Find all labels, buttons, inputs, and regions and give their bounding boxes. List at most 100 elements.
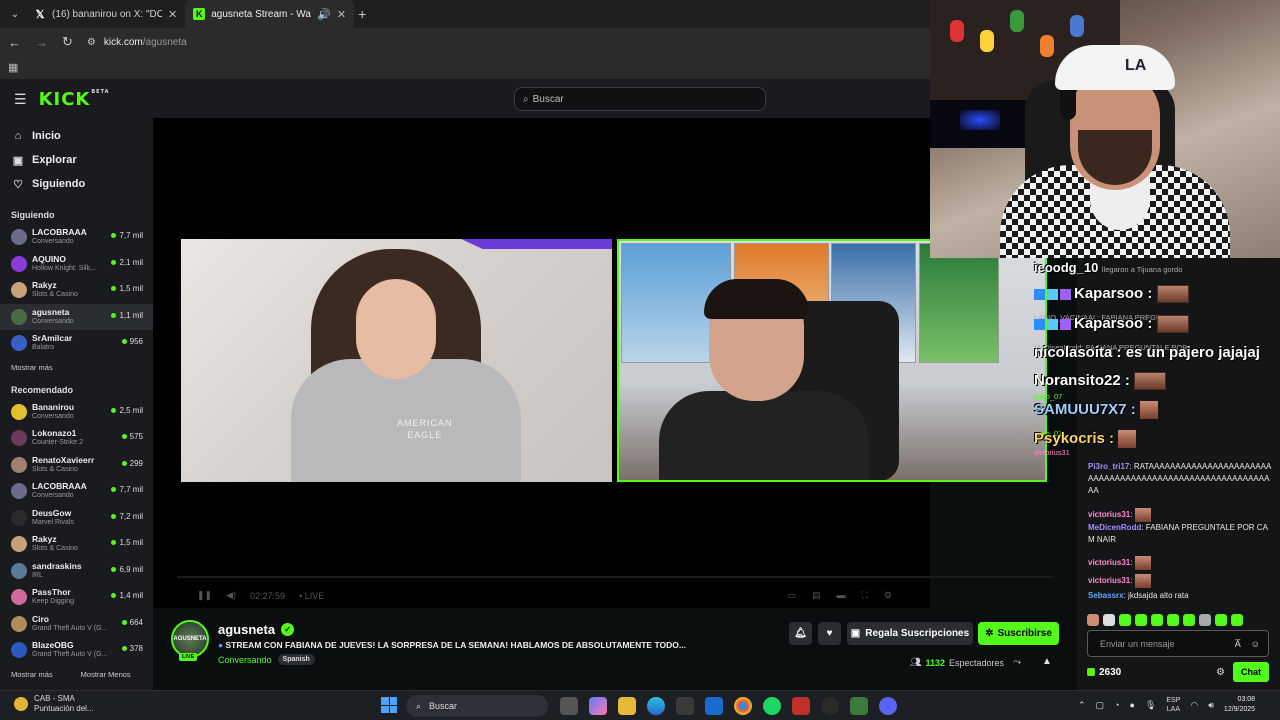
chat-settings-icon[interactable]: ⚙: [1216, 667, 1225, 678]
clip-icon[interactable]: ▤: [812, 590, 821, 601]
chat-input[interactable]: Enviar un mensaje A̅ ☺: [1087, 630, 1269, 657]
emoji-icon[interactable]: ☺: [1251, 639, 1260, 649]
tab-search-button[interactable]: ⌄: [4, 3, 26, 25]
emote-icon[interactable]: [1231, 614, 1243, 626]
show-more-link[interactable]: Mostrar más: [0, 363, 153, 375]
channel-points[interactable]: 2630: [1087, 667, 1121, 678]
input-language[interactable]: ESP LAA: [1166, 696, 1180, 714]
discord-icon[interactable]: [879, 697, 897, 715]
browser-tab-active[interactable]: K agusneta Stream - Watch Li 🔊 ✕: [185, 0, 355, 28]
copilot-icon[interactable]: [589, 697, 607, 715]
show-less-link[interactable]: Mostrar Menos: [81, 670, 131, 679]
emote-icon[interactable]: [1151, 614, 1163, 626]
theater-icon[interactable]: ▬: [837, 590, 846, 601]
sidebar-channel[interactable]: agusneta Conversando 1,1 mil: [0, 303, 153, 330]
chevron-up-icon[interactable]: ⌃: [1078, 700, 1086, 711]
browser-tab[interactable]: 𝕏 (16) bananirou on X: "DOMINGO ✕: [26, 0, 185, 28]
category-link[interactable]: Conversando: [218, 655, 272, 665]
clock[interactable]: 03:08 12/9/2025: [1224, 695, 1255, 715]
sidebar-channel[interactable]: RenatoXavieerr Slots & Casino 299: [0, 452, 153, 479]
sidebar-channel[interactable]: Lokonazo1 Counter-Strike 2 575: [0, 425, 153, 452]
emote-icon[interactable]: [1135, 614, 1147, 626]
emote-icon[interactable]: [1199, 614, 1211, 626]
nav-siguiendo[interactable]: ♡ Siguiendo: [0, 172, 153, 196]
app-icon[interactable]: [792, 697, 810, 715]
back-icon[interactable]: ←: [8, 35, 21, 50]
speaker-icon[interactable]: 🔊: [317, 8, 331, 21]
sidebar-channel[interactable]: sandraskins IRL 6,9 mil: [0, 558, 153, 585]
sidebar-channel[interactable]: BlazeOBG Grand Theft Auto V (G... 378: [0, 637, 153, 664]
sidebar-channel[interactable]: AQUINO Hollow Knight: Silk... 2,1 mil: [0, 251, 153, 278]
nav-inicio[interactable]: ⌂ Inicio: [0, 124, 153, 148]
apps-grid-icon[interactable]: ▦: [8, 61, 18, 74]
progress-bar[interactable]: [177, 576, 1053, 578]
sidebar-channel[interactable]: Bananirou Conversando 2,5 mil: [0, 399, 153, 426]
windows-start-icon[interactable]: [381, 697, 397, 713]
taskbar-search[interactable]: ⌕ Buscar: [406, 695, 548, 717]
task-view-icon[interactable]: [560, 697, 578, 715]
chat-username[interactable]: victorius31: [1088, 576, 1130, 585]
chrome-icon[interactable]: [734, 697, 752, 715]
search-input[interactable]: ⌕ Buscar: [514, 87, 766, 111]
volume-icon[interactable]: 🔊︎: [1208, 700, 1214, 711]
sidebar-channel[interactable]: DeusGow Marvel Rivals 7,2 mil: [0, 505, 153, 532]
chat-send-button[interactable]: Chat: [1233, 662, 1269, 682]
subscribe-button[interactable]: ✲ Suscribirse: [978, 622, 1059, 645]
emote-icon[interactable]: [1215, 614, 1227, 626]
chat-username[interactable]: MeDicenRodd: [1088, 523, 1141, 532]
weather-widget[interactable]: CAB - SMA Puntuación del...: [14, 694, 94, 714]
sidebar-channel[interactable]: Ciro Grand Theft Auto V (G... 664: [0, 611, 153, 638]
notification-button[interactable]: 🔔︎: [789, 622, 812, 645]
volume-icon[interactable]: ◀): [226, 590, 236, 601]
reload-icon[interactable]: ↻: [62, 34, 73, 50]
gift-subs-button[interactable]: ▣ Regala Suscripciones: [847, 622, 973, 645]
emote-icon[interactable]: [1167, 614, 1179, 626]
sidebar-channel[interactable]: Rakyz Slots & Casino 1,5 mil: [0, 277, 153, 304]
close-tab-icon[interactable]: ✕: [168, 8, 177, 21]
sidebar-channel[interactable]: PassThor Keep Digging 1,4 mil: [0, 584, 153, 611]
translate-icon[interactable]: A̅: [1235, 639, 1241, 649]
video-player[interactable]: AMERICAN EAGLE ❚❚ ◀) 02:27:59 • LIVE ▭ ▤…: [153, 118, 1053, 608]
language-tag[interactable]: Spanish: [277, 654, 315, 665]
menu-icon[interactable]: ☰: [14, 91, 27, 108]
emote-icon[interactable]: [1119, 614, 1131, 626]
steam-icon[interactable]: [821, 697, 839, 715]
settings-icon[interactable]: ⚙: [884, 590, 892, 601]
share-icon[interactable]: ⤳: [1013, 657, 1021, 668]
emote-icon[interactable]: [1183, 614, 1195, 626]
store-icon[interactable]: [676, 697, 694, 715]
emote-icon[interactable]: [1103, 614, 1115, 626]
wifi-icon[interactable]: ◠: [1190, 700, 1198, 711]
file-explorer-icon[interactable]: [618, 697, 636, 715]
close-tab-icon[interactable]: ✕: [337, 8, 346, 21]
outlook-icon[interactable]: [705, 697, 723, 715]
tray-app-icon[interactable]: ◔: [1114, 700, 1119, 710]
emote-icon[interactable]: [1087, 614, 1099, 626]
microphone-icon[interactable]: 🎙︎: [1145, 700, 1156, 711]
report-icon[interactable]: ▲: [1042, 656, 1052, 667]
nav-explorar[interactable]: ▣ Explorar: [0, 148, 153, 172]
sidebar-channel[interactable]: SrAmilcar Balatro 956: [0, 330, 153, 357]
pip-icon[interactable]: ▭: [788, 590, 797, 601]
site-info-icon[interactable]: ⚙: [87, 37, 96, 48]
show-more-link[interactable]: Mostrar más: [11, 670, 53, 679]
channel-name[interactable]: agusneta: [218, 622, 275, 637]
chat-username[interactable]: Sebassrx: [1088, 591, 1124, 600]
kick-logo[interactable]: KICKBETA: [39, 89, 110, 110]
follow-button[interactable]: ♥: [818, 622, 841, 645]
tray-app-icon[interactable]: ▢: [1096, 700, 1105, 711]
fullscreen-icon[interactable]: ⛶: [862, 590, 868, 601]
chat-username[interactable]: victorius31: [1088, 558, 1130, 567]
sidebar-channel[interactable]: LACOBRAAA Conversando 7,7 mil: [0, 224, 153, 251]
spotify-icon[interactable]: [763, 697, 781, 715]
edge-icon[interactable]: [647, 697, 665, 715]
pause-icon[interactable]: ❚❚: [197, 590, 212, 601]
tray-app-icon[interactable]: ●: [1130, 700, 1135, 710]
new-tab-button[interactable]: +: [358, 6, 366, 22]
forward-icon[interactable]: →: [35, 35, 48, 50]
sidebar-channel[interactable]: Rakyz Slots & Casino 1,5 mil: [0, 531, 153, 558]
url-field[interactable]: kick.com/agusneta: [104, 37, 187, 48]
chat-username[interactable]: victorius31: [1088, 510, 1130, 519]
app-icon[interactable]: [850, 697, 868, 715]
chat-username[interactable]: Pi3ro_tri17: [1088, 462, 1129, 471]
